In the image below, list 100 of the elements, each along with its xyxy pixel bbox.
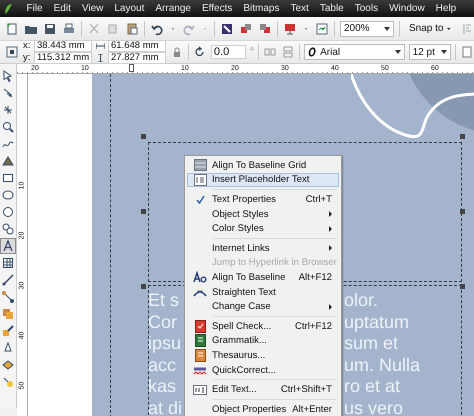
tool-button[interactable]	[0, 255, 16, 271]
menu-item[interactable]: Effects	[196, 3, 238, 14]
book-icon	[194, 320, 206, 333]
tool-button[interactable]	[0, 323, 16, 339]
book-icon	[194, 334, 206, 348]
menu-option[interactable]: Straighten Text	[187, 284, 339, 300]
menu-item[interactable]: Text	[284, 3, 314, 14]
canvas-text: ro et at	[344, 376, 400, 398]
brush-icon	[1, 154, 15, 168]
canvas-text: uptatum	[344, 312, 410, 333]
canvas-text: sum et	[344, 333, 398, 354]
tool-button[interactable]	[0, 119, 16, 135]
menu-item[interactable]: Bitmaps	[238, 3, 285, 14]
mirror-icon[interactable]	[281, 45, 296, 59]
ruler-marker[interactable]	[129, 64, 134, 72]
zoom-dropdown[interactable]: 200%	[340, 20, 394, 36]
save-icon[interactable]	[43, 22, 57, 36]
selection-handle[interactable]	[141, 134, 146, 139]
selection-handle[interactable]	[141, 284, 146, 289]
import-icon[interactable]	[220, 22, 234, 36]
menu-item[interactable]: Table	[314, 3, 350, 14]
document-icon[interactable]	[460, 45, 474, 59]
selection-handle[interactable]	[460, 134, 465, 139]
degree-label: °	[250, 46, 254, 58]
menu-option[interactable]: Color Styles	[187, 221, 339, 236]
monitor-icon[interactable]	[283, 22, 297, 36]
menu-item[interactable]: Window	[384, 3, 430, 14]
menu-item[interactable]: Help	[430, 3, 462, 14]
tool-button[interactable]	[0, 289, 16, 305]
fill-icon	[1, 324, 15, 338]
crop-icon	[1, 103, 15, 117]
menu-item[interactable]: File	[21, 3, 48, 14]
menu-option[interactable]: Text Properties Ctrl+T	[187, 192, 339, 207]
height-field[interactable]: 27.827 mm	[108, 52, 166, 64]
export-icon[interactable]	[258, 22, 272, 36]
line-icon	[1, 273, 15, 287]
canvas-text: Et s	[148, 290, 180, 312]
selection-handle[interactable]	[460, 209, 465, 214]
menu-option[interactable]: QuickCorrect...	[187, 362, 339, 378]
paste-icon[interactable]	[125, 22, 139, 36]
menu-item[interactable]: Arrange	[150, 3, 196, 14]
bucket-icon	[1, 358, 15, 372]
tool-button[interactable]	[0, 204, 16, 220]
canvas-text: acc	[148, 354, 176, 376]
menu-option[interactable]: Change Case	[187, 299, 339, 314]
font-dropdown[interactable]: Arial	[304, 44, 405, 60]
menu-option[interactable]: Insert Placeholder Text	[187, 172, 339, 188]
blend-icon	[1, 307, 15, 321]
y-label: y:	[23, 53, 31, 63]
canvas-text: us vero	[344, 398, 404, 416]
width-field[interactable]: 61.648 mm	[108, 40, 166, 52]
rotation-field[interactable]: 0.0	[210, 45, 246, 59]
shape-icon	[1, 86, 15, 100]
menu-item[interactable]: Edit	[48, 3, 76, 14]
canvas-text: at di	[148, 398, 182, 416]
caret-icon	[447, 26, 451, 30]
dropper-icon	[1, 375, 15, 389]
menu-option[interactable]: Edit Text... Ctrl+Shift+T	[187, 382, 339, 397]
tool-button[interactable]	[0, 272, 16, 288]
selection-handle[interactable]	[141, 209, 146, 214]
canvas-text: Cor	[148, 312, 178, 333]
canvas-text: kas	[148, 376, 176, 398]
text-frame-icon	[194, 174, 206, 186]
menu-option[interactable]: Align To Baseline Grid	[187, 158, 339, 173]
x-field[interactable]: 38.443 mm	[34, 40, 92, 52]
menu-option[interactable]: Object Styles	[187, 206, 339, 222]
text-tool-icon	[1, 239, 15, 253]
menu-item[interactable]: Tools	[349, 3, 384, 14]
canvas-text: um. Nulla	[344, 354, 420, 376]
menu-item[interactable]: View	[76, 3, 109, 14]
snap-dropdown[interactable]: Snap to	[405, 20, 455, 36]
selection-handle[interactable]	[460, 284, 465, 289]
printer-icon[interactable]	[62, 22, 76, 36]
caret-icon	[394, 50, 401, 54]
position-icon[interactable]	[5, 45, 19, 59]
font-type-icon	[308, 47, 316, 57]
tool-button[interactable]	[0, 221, 16, 237]
y-field[interactable]: 115.312 mm	[34, 52, 92, 64]
menu-option[interactable]: Spell Check... Ctrl+F12	[187, 318, 339, 334]
font-icon	[193, 271, 207, 284]
connector-icon	[1, 290, 15, 304]
menu-option[interactable]: Internet Links	[187, 240, 339, 256]
new-document-icon[interactable]	[5, 22, 19, 36]
x-label: x:	[23, 41, 31, 51]
height-icon	[96, 54, 105, 62]
app-logo	[4, 2, 13, 14]
menu-item[interactable]: Layout	[108, 3, 150, 14]
window-icon[interactable]	[315, 22, 329, 36]
menu-option[interactable]: Thesaurus...	[187, 348, 339, 363]
caret-icon	[441, 50, 448, 54]
tool-button[interactable]	[0, 238, 16, 254]
menu-option[interactable]: Grammatik...	[187, 334, 339, 348]
width-icon	[96, 43, 105, 49]
export-icon[interactable]	[239, 22, 253, 36]
menu-option[interactable]: Align To Baseline Alt+F12	[187, 270, 339, 285]
canvas-text: ipsu	[148, 333, 182, 354]
menu-option[interactable]: Object Properties Alt+Enter	[187, 402, 339, 416]
edit-text-icon	[193, 384, 207, 395]
font-size-dropdown[interactable]: 12 pt	[408, 44, 452, 60]
caret-icon	[384, 26, 390, 30]
